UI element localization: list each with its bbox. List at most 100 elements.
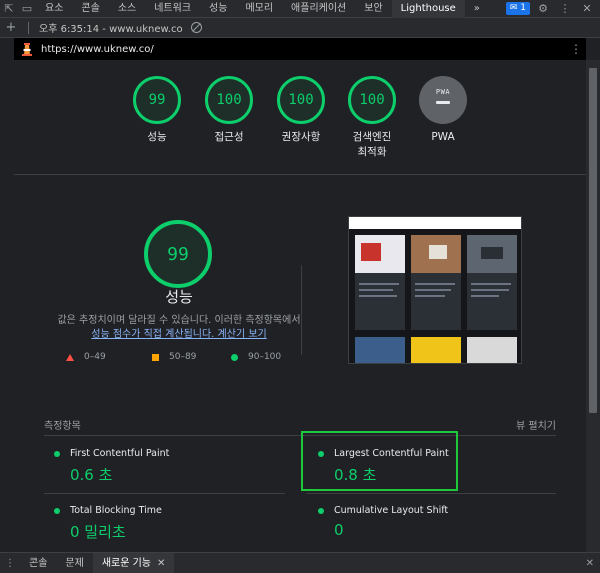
metric-tbt: Total Blocking Time 0 밀리초 <box>54 505 274 542</box>
tab-console[interactable]: 콘솔 <box>72 0 108 18</box>
gauge-accessibility[interactable]: 100 접근성 <box>194 76 264 145</box>
kebab-menu-icon[interactable]: ⋮ <box>556 0 574 18</box>
gauge-seo-label-line1: 검색엔진 <box>352 131 392 143</box>
close-icon[interactable]: ✕ <box>578 0 596 18</box>
metric-cls: Cumulative Layout Shift 0 <box>318 505 538 539</box>
report-scrollbar[interactable] <box>586 60 600 552</box>
message-icon: ✉ <box>509 3 518 13</box>
metric-fcp-name: First Contentful Paint <box>70 448 170 459</box>
pass-circle-icon <box>318 507 324 514</box>
gauge-best-practices[interactable]: 100 권장사항 <box>266 76 336 145</box>
thumbnail-card <box>355 235 405 330</box>
drawer-tab-console[interactable]: 콘솔 <box>20 553 56 573</box>
drawer-tab-whats-new[interactable]: 새로운 기능 ✕ <box>92 552 175 573</box>
metric-tbt-name: Total Blocking Time <box>70 505 162 516</box>
lighthouse-toolbar: + 오후 6:35:14 - www.uknew.co <box>0 18 600 38</box>
performance-note-link-wrap: 성능 점수가 직접 계산됩니다. 계산기 보기 <box>34 325 324 340</box>
thumbnail-image <box>467 337 517 363</box>
metric-fcp-value: 0.6 초 <box>70 466 113 484</box>
close-drawer-icon[interactable]: ✕ <box>586 558 594 569</box>
clear-reports-icon[interactable] <box>190 22 202 33</box>
metric-fcp: First Contentful Paint 0.6 초 <box>54 448 274 485</box>
gauge-seo-label-line2: 최적화 <box>357 146 387 158</box>
report-menu-icon[interactable]: ⋮ <box>570 42 582 56</box>
new-report-button[interactable]: + <box>0 20 22 35</box>
devtools-drawer-tabs: ⋮ 콘솔 문제 새로운 기능 ✕ ✕ <box>0 552 600 573</box>
issues-count: 1 <box>520 3 526 13</box>
legend-average: 50–89 <box>152 352 196 362</box>
gauge-accessibility-label: 접근성 <box>214 131 244 143</box>
metrics-divider <box>44 435 556 436</box>
issues-badge[interactable]: ✉ 1 <box>505 2 530 15</box>
lcp-highlight-box <box>301 431 458 491</box>
pass-circle-icon <box>54 507 60 514</box>
thumbnail-header <box>349 217 521 229</box>
gauge-performance[interactable]: 99 성능 <box>122 76 192 145</box>
legend-pass: 90–100 <box>231 352 281 362</box>
gauge-best-practices-score: 100 <box>277 76 325 124</box>
pass-circle-icon <box>54 450 60 457</box>
gauge-performance-label: 성능 <box>147 131 167 143</box>
page-screenshot-thumbnail[interactable] <box>348 216 522 364</box>
drawer-tab-whats-new-label: 새로운 기능 <box>101 557 151 569</box>
lighthouse-logo-icon <box>22 43 32 56</box>
tab-sources[interactable]: 소스 <box>109 0 145 18</box>
gauge-seo[interactable]: 100 검색엔진최적화 <box>337 76 407 160</box>
metric-cls-value: 0 <box>334 521 344 539</box>
pwa-dash-icon <box>436 101 450 104</box>
report-url-bar: https://www.uknew.co/ ⋮ <box>14 38 586 60</box>
left-gutter <box>0 38 14 552</box>
gauge-best-practices-label: 권장사항 <box>281 131 321 143</box>
expand-view-toggle[interactable]: 뷰 펼치기 <box>516 417 556 432</box>
tab-application[interactable]: 애플리케이션 <box>282 0 355 18</box>
drawer-menu-icon[interactable]: ⋮ <box>0 558 20 569</box>
tab-lighthouse[interactable]: Lighthouse <box>391 0 465 18</box>
pwa-badge-text: PWA <box>435 88 451 96</box>
tab-performance[interactable]: 성능 <box>200 0 236 18</box>
performance-score-gauge: 99 <box>144 220 212 288</box>
performance-note: 값은 추정치이며 달라질 수 있습니다. 이러한 측정항목에서 <box>57 315 301 326</box>
metric-cls-name: Cumulative Layout Shift <box>334 505 449 516</box>
gauge-seo-label: 검색엔진최적화 <box>337 130 407 160</box>
metrics-heading: 측정항목 <box>44 421 81 432</box>
legend-average-label: 50–89 <box>169 352 197 362</box>
gauge-performance-score: 99 <box>133 76 181 124</box>
thumbnail-card <box>467 235 517 330</box>
pwa-badge: PWA <box>419 76 467 124</box>
gear-icon[interactable]: ⚙ <box>534 0 552 18</box>
report-selector[interactable]: 오후 6:35:14 - www.uknew.co <box>35 20 183 35</box>
gauge-accessibility-score: 100 <box>205 76 253 124</box>
legend-fail-label: 0–49 <box>84 352 106 362</box>
thumbnail-image <box>355 337 405 363</box>
section-divider <box>301 265 302 355</box>
devtools-tab-bar: ⇱ ▭ 요소 콘솔 소스 네트워크 성능 메모리 애플리케이션 보안 Light… <box>0 0 600 18</box>
lighthouse-report: 99 성능 100 접근성 100 권장사항 100 검색엔진최적화 PWA P… <box>14 60 586 552</box>
thumbnail-card <box>411 235 461 330</box>
metrics-row-divider <box>44 493 285 494</box>
devtools-right-controls: ✉ 1 ⚙ ⋮ ✕ <box>505 0 600 18</box>
gauge-seo-score: 100 <box>348 76 396 124</box>
tab-memory[interactable]: 메모리 <box>236 0 282 18</box>
score-legend: 0–49 50–89 90–100 <box>66 352 306 366</box>
tab-network[interactable]: 네트워크 <box>145 0 200 18</box>
metric-tbt-value: 0 밀리초 <box>70 523 126 541</box>
thumbnail-image <box>411 337 461 363</box>
drawer-tab-issues[interactable]: 문제 <box>56 553 92 573</box>
more-tabs-button[interactable]: » <box>465 0 489 18</box>
performance-title: 성능 <box>165 288 193 306</box>
average-square-icon <box>152 353 159 361</box>
metrics-row-divider <box>306 493 556 494</box>
tab-elements[interactable]: 요소 <box>36 0 72 18</box>
calculator-link[interactable]: 성능 점수가 직접 계산됩니다. 계산기 보기 <box>91 329 266 340</box>
scrollbar-thumb[interactable] <box>589 68 597 413</box>
report-url[interactable]: https://www.uknew.co/ <box>41 44 154 55</box>
inspect-element-icon[interactable]: ⇱ <box>0 0 18 18</box>
legend-pass-label: 90–100 <box>248 352 282 362</box>
tab-security[interactable]: 보안 <box>355 0 391 18</box>
device-toolbar-icon[interactable]: ▭ <box>18 0 36 18</box>
toolbar-divider <box>28 21 29 34</box>
close-tab-icon[interactable]: ✕ <box>157 558 165 569</box>
score-gauges: 99 성능 100 접근성 100 권장사항 100 검색엔진최적화 PWA P… <box>14 60 586 175</box>
gauge-pwa[interactable]: PWA PWA <box>408 76 478 145</box>
legend-fail: 0–49 <box>66 352 106 362</box>
